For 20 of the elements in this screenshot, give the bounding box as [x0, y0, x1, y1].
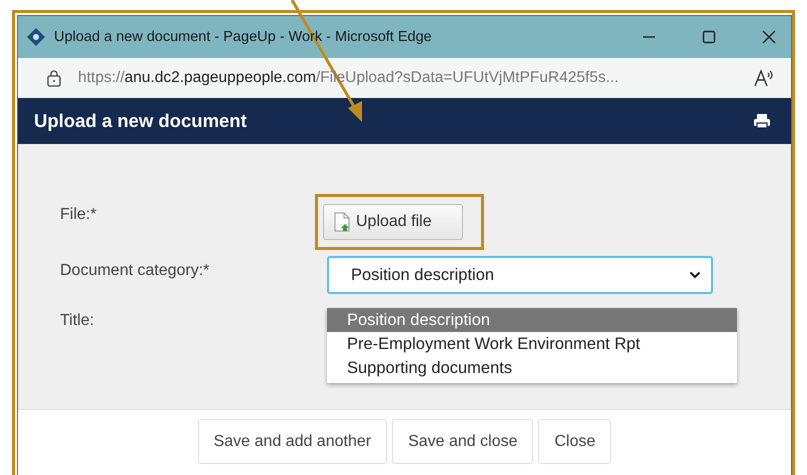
dropdown-option[interactable]: Position description: [327, 308, 737, 332]
print-icon[interactable]: [753, 113, 771, 129]
close-icon[interactable]: [761, 29, 777, 45]
read-aloud-icon[interactable]: [753, 68, 775, 88]
footer-button[interactable]: Save and add another: [198, 419, 388, 464]
dialog-title: Upload a new document: [34, 110, 247, 132]
app-icon: [26, 27, 46, 47]
footer-button[interactable]: Close: [538, 419, 612, 464]
upload-file-button[interactable]: Upload file: [323, 204, 463, 240]
category-dropdown[interactable]: Position description: [327, 256, 713, 294]
lock-icon: [46, 69, 62, 87]
file-upload-icon: [334, 212, 350, 232]
dropdown-option[interactable]: Supporting documents: [327, 356, 737, 380]
field-label: Title:: [59, 311, 96, 330]
field-label: File:*: [59, 205, 98, 224]
footer-button[interactable]: Save and close: [392, 419, 534, 464]
chevron-down-icon: [689, 271, 701, 279]
dropdown-option[interactable]: Pre-Employment Work Environment Rpt: [327, 332, 737, 356]
maximize-icon[interactable]: [701, 29, 717, 45]
field-label: Document category:*: [59, 261, 210, 280]
